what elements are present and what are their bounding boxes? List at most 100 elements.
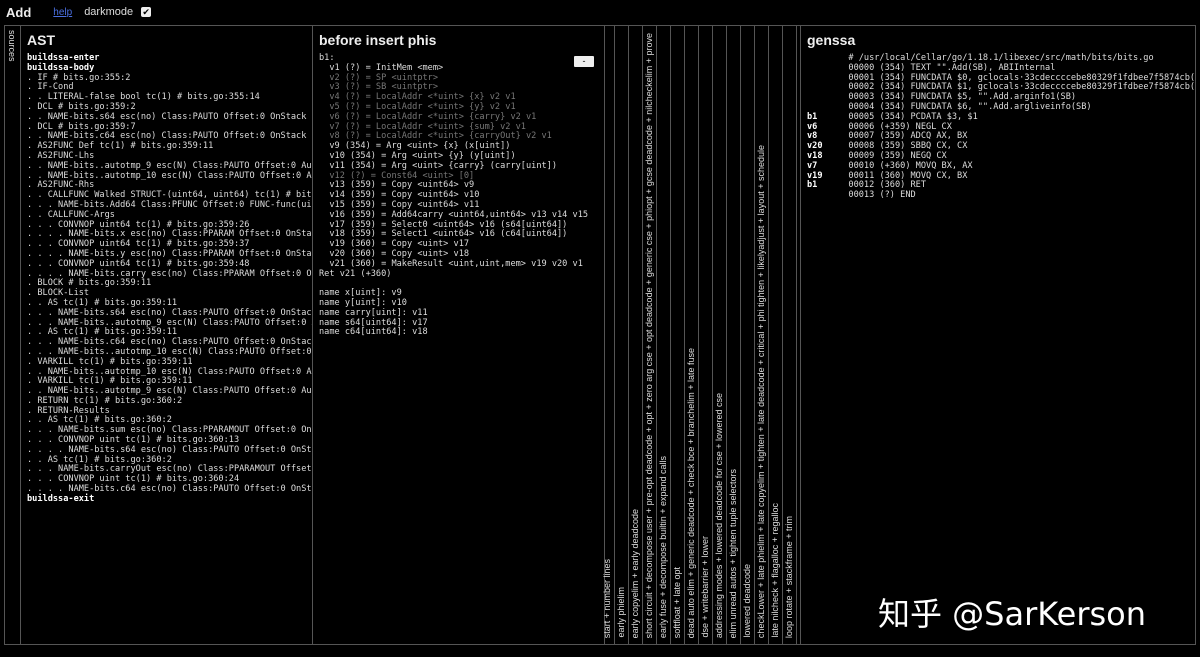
ast-line[interactable]: . RETURN tc(1) # bits.go:360:2 [27,396,182,406]
ssa-value[interactable]: v2 (?) = SP <uintptr> [329,73,438,83]
ast-line[interactable]: . . CALLFUNC-Args [27,210,115,220]
ast-line[interactable]: buildssa-exit [27,494,94,504]
ast-line[interactable]: . . NAME-bits.c64 esc(no) Class:PAUTO Of… [27,131,312,141]
ssa-value[interactable]: v4 (?) = LocalAddr <*uint> {x} v2 v1 [329,92,515,102]
pass-column[interactable]: lowered deadcode [741,26,755,644]
genssa-row-label[interactable]: b1 [807,112,817,122]
ast-line[interactable]: . . . CONVNOP uint tc(1) # bits.go:360:1… [27,435,239,445]
pass-column[interactable]: elim unread autos + tighten tuple select… [727,26,741,644]
ast-line[interactable]: . . NAME-bits..autotmp_9 esc(N) Class:PA… [27,386,312,396]
ast-line[interactable]: . . . CONVNOP uint64 tc(1) # bits.go:359… [27,239,249,249]
genssa-row-label[interactable]: v7 [807,161,817,171]
help-link[interactable]: help [53,7,72,18]
ast-line[interactable]: . . NAME-bits..autotmp_9 esc(N) Class:PA… [27,161,312,171]
genssa-row[interactable]: 00011 (360) MOVQ CX, BX [848,171,967,181]
ssa-value[interactable]: v17 (359) = Select0 <uint64> v16 (s64[ui… [329,220,567,230]
genssa-row-label[interactable]: v20 [807,141,823,151]
genssa-row[interactable]: 00001 (354) FUNCDATA $0, gclocals·33cdec… [848,73,1195,83]
ast-line[interactable]: . . . . NAME-bits.carry esc(no) Class:PP… [27,269,312,279]
ssa-value[interactable]: v16 (359) = Add64carry <uint64,uint64> v… [329,210,588,220]
genssa-row[interactable]: 00009 (359) NEGQ CX [848,151,946,161]
block-label[interactable]: b1: [319,53,335,63]
genssa-row[interactable]: 00000 (354) TEXT "".Add(SB), ABIInternal [848,63,1055,73]
ast-line[interactable]: . AS2FUNC-Lhs [27,151,94,161]
pass-column[interactable]: early phielim [615,26,629,644]
ast-line[interactable]: . . . CONVNOP uint tc(1) # bits.go:360:2… [27,474,239,484]
ast-line[interactable]: buildssa-enter [27,53,99,63]
pass-column[interactable]: addressing modes + lowered deadcode for … [713,26,727,644]
ast-line[interactable]: . . . NAME-bits..autotmp_10 esc(N) Class… [27,347,312,357]
ast-line[interactable]: . . . . NAME-bits.y esc(no) Class:PPARAM… [27,249,312,259]
ast-line[interactable]: . . NAME-bits..autotmp_10 esc(N) Class:P… [27,367,312,377]
ssa-value[interactable]: v8 (?) = LocalAddr <*uint> {carryOut} v2… [329,131,551,141]
pass-column[interactable]: short circuit + decompose user + pre-opt… [643,26,657,644]
genssa-row[interactable]: 00003 (354) FUNCDATA $5, "".Add.arginfo1… [848,92,1076,102]
genssa-row-label[interactable]: v18 [807,151,823,161]
ssa-value[interactable]: v18 (359) = Select1 <uint64> v16 (c64[ui… [329,229,567,239]
ast-line[interactable]: . BLOCK-List [27,288,89,298]
pass-column[interactable]: dead auto elim + generic deadcode + chec… [685,26,699,644]
pass-column[interactable]: checkLower + late phielim + late copyeli… [755,26,769,644]
genssa-row[interactable]: 00007 (359) ADCQ AX, BX [848,131,967,141]
ssa-value[interactable]: v15 (359) = Copy <uint64> v11 [329,200,479,210]
pass-column[interactable]: late nilcheck + flagalloc + regalloc [769,26,783,644]
ast-line[interactable]: . . NAME-bits.s64 esc(no) Class:PAUTO Of… [27,112,312,122]
ast-line[interactable]: buildssa-body [27,63,94,73]
ast-line[interactable]: . . . CONVNOP uint64 tc(1) # bits.go:359… [27,259,249,269]
ast-line[interactable]: . . AS tc(1) # bits.go:359:11 [27,327,177,337]
pass-column[interactable]: loop rotate + stackframe + trim [783,26,797,644]
pass-column[interactable]: early fuse + decompose builtin + expand … [657,26,671,644]
ssa-value[interactable]: v20 (360) = Copy <uint> v18 [329,249,469,259]
ast-line[interactable]: . VARKILL tc(1) # bits.go:359:11 [27,357,193,367]
genssa-row[interactable]: 00005 (354) PCDATA $3, $1 [848,112,977,122]
genssa-row[interactable]: 00004 (354) FUNCDATA $6, "".Add.arglivei… [848,102,1091,112]
genssa-row-label[interactable]: v6 [807,122,817,132]
ret-line[interactable]: Ret v21 (+360) [319,269,391,279]
ssa-value[interactable]: v9 (354) = Arg <uint> {x} (x[uint]) [329,141,510,151]
genssa-row-label[interactable]: v8 [807,131,817,141]
ast-line[interactable]: . . . NAME-bits..autotmp_9 esc(N) Class:… [27,318,312,328]
ast-line[interactable]: . BLOCK # bits.go:359:11 [27,278,151,288]
ast-line[interactable]: . . AS tc(1) # bits.go:359:11 [27,298,177,308]
collapse-button[interactable]: - [574,56,594,67]
ast-line[interactable]: . IF-Cond [27,82,74,92]
sources-column[interactable]: sources [5,26,21,644]
ast-line[interactable]: . AS2FUNC Def tc(1) # bits.go:359:11 [27,141,213,151]
pass-column[interactable]: dse + writebarrier + lower [699,26,713,644]
ssa-value[interactable]: v12 (?) = Const64 <uint> [0] [329,171,474,181]
genssa-row[interactable]: 00012 (360) RET [848,180,926,190]
genssa-row-label[interactable]: v19 [807,171,823,181]
ast-line[interactable]: . . . NAME-bits.carryOut esc(no) Class:P… [27,464,312,475]
ssa-value[interactable]: v14 (359) = Copy <uint64> v10 [329,190,479,200]
ast-line[interactable]: . . LITERAL-false bool tc(1) # bits.go:3… [27,92,260,102]
ast-line[interactable]: . . . NAME-bits.Add64 Class:PFUNC Offset… [27,200,312,210]
darkmode-checkbox[interactable]: ✔ [141,7,152,17]
ast-line[interactable]: . . . . NAME-bits.c64 esc(no) Class:PAUT… [27,484,312,494]
ast-line[interactable]: . . NAME-bits..autotmp_10 esc(N) Class:P… [27,171,312,181]
ast-line[interactable]: . AS2FUNC-Rhs [27,180,94,190]
genssa-row[interactable]: 00008 (359) SBBQ CX, CX [848,141,967,151]
ast-line[interactable]: . VARKILL tc(1) # bits.go:359:11 [27,376,193,386]
ast-line[interactable]: . . AS tc(1) # bits.go:360:2 [27,455,172,465]
ssa-value[interactable]: v13 (359) = Copy <uint64> v9 [329,180,474,190]
ast-line[interactable]: . . AS tc(1) # bits.go:360:2 [27,415,172,426]
genssa-row[interactable]: 00002 (354) FUNCDATA $1, gclocals·33cdec… [848,82,1195,92]
pass-column[interactable]: early copyelim + early deadcode [629,26,643,644]
ast-line[interactable]: . . CALLFUNC Walked STRUCT-(uint64, uint… [27,190,312,200]
genssa-row[interactable]: 00013 (?) END [848,190,915,200]
ssa-value[interactable]: v1 (?) = InitMem <mem> [329,63,443,73]
ast-line[interactable]: . . . NAME-bits.c64 esc(no) Class:PAUTO … [27,337,312,347]
ssa-value[interactable]: v11 (354) = Arg <uint> {carry} (carry[ui… [329,161,557,171]
ast-line[interactable]: . . . CONVNOP uint64 tc(1) # bits.go:359… [27,220,249,230]
ast-line[interactable]: . DCL # bits.go:359:2 [27,102,136,112]
ssa-value[interactable]: v6 (?) = LocalAddr <*uint> {carry} v2 v1 [329,112,536,122]
genssa-row-label[interactable]: b1 [807,180,817,190]
ssa-value[interactable]: v10 (354) = Arg <uint> {y} (y[uint]) [329,151,515,161]
ast-line[interactable]: . . . NAME-bits.s64 esc(no) Class:PAUTO … [27,308,312,318]
ssa-value[interactable]: v19 (360) = Copy <uint> v17 [329,239,469,249]
ast-line[interactable]: . DCL # bits.go:359:7 [27,122,136,132]
genssa-row[interactable]: 00006 (+359) NEGL CX [848,122,951,132]
ssa-value[interactable]: v3 (?) = SB <uintptr> [329,82,438,92]
ast-line[interactable]: . . . . NAME-bits.x esc(no) Class:PPARAM… [27,229,312,239]
ast-line[interactable]: . IF # bits.go:355:2 [27,73,130,83]
